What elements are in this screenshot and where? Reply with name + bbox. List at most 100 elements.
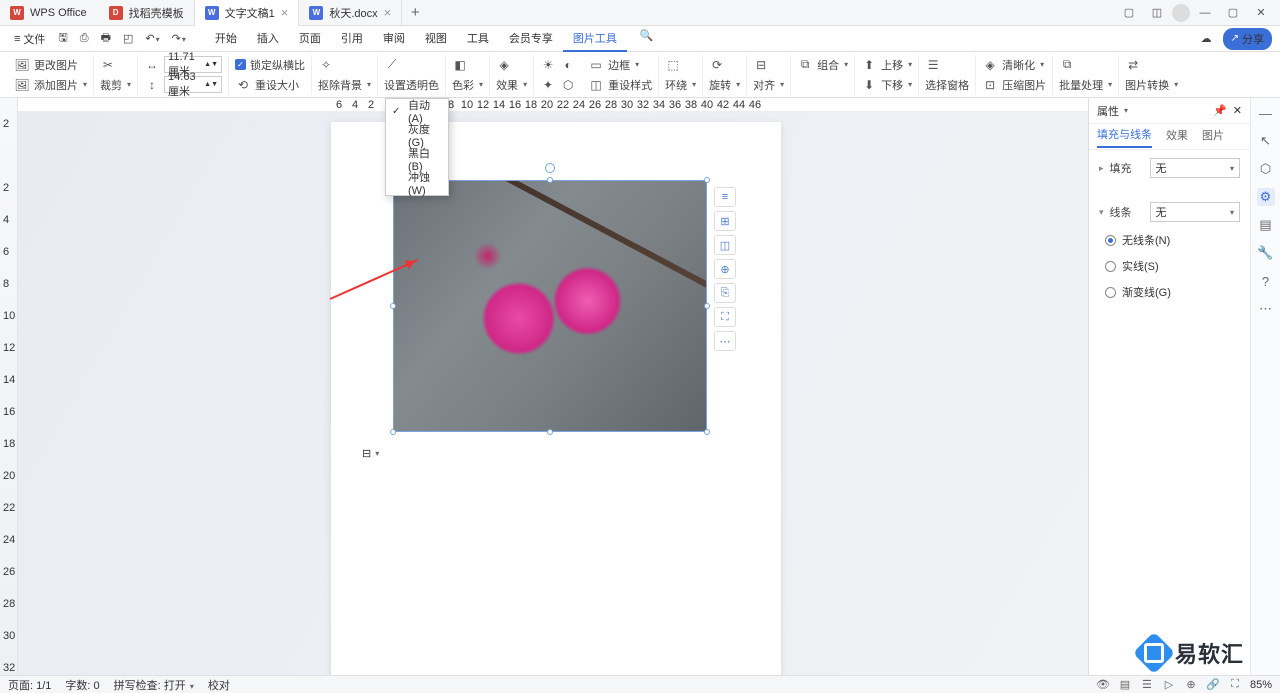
word-count[interactable]: 字数: 0 (65, 677, 99, 693)
add-picture-button[interactable]: 🖼添加图片▾ (14, 76, 87, 94)
tab-start[interactable]: 开始 (205, 26, 247, 52)
radio-gradient-line[interactable]: 渐变线(G) (1099, 284, 1240, 300)
radio-solid-line[interactable]: 实线(S) (1099, 258, 1240, 274)
move-down-button[interactable]: ⬇下移▾ (861, 76, 912, 94)
settings-tool-icon[interactable]: ⚙ (1257, 188, 1275, 206)
file-menu[interactable]: ≡文件 (8, 28, 51, 50)
export-icon[interactable]: ⎙ (75, 29, 94, 48)
spellcheck-status[interactable]: 拼写检查: 打开 ▾ (114, 677, 194, 693)
color-washout[interactable]: 冲蚀(W) (386, 171, 448, 195)
layout-options-button[interactable]: ≡ (714, 187, 736, 207)
tab-autumn[interactable]: W秋天.docx× (299, 0, 402, 26)
tab-insert[interactable]: 插入 (247, 26, 289, 52)
resize-handle[interactable] (704, 429, 710, 435)
change-picture-button[interactable]: 🖼更改图片 (14, 56, 87, 74)
tab-page[interactable]: 页面 (289, 26, 331, 52)
reset-style-button[interactable]: ◫重设样式 (588, 76, 652, 94)
view-page-icon[interactable]: ▤ (1118, 678, 1132, 692)
close-panel-icon[interactable]: ✕ (1233, 104, 1242, 117)
move-up-button[interactable]: ⬆上移▾ (861, 56, 912, 74)
shape-tool-icon[interactable]: ⬡ (1257, 160, 1275, 178)
color-button[interactable]: ◧ (452, 56, 483, 74)
preview-icon[interactable]: ◰ (118, 29, 138, 48)
maximize-button[interactable]: ▢ (1220, 3, 1246, 23)
rotate-handle[interactable] (545, 163, 555, 173)
zoom-button[interactable]: ⊕ (714, 259, 736, 279)
resize-handle[interactable] (390, 429, 396, 435)
wrap-options-button[interactable]: ⊞ (714, 211, 736, 231)
pin-icon[interactable]: 📌 (1213, 104, 1227, 117)
convert-button[interactable]: ⇄ (1125, 56, 1178, 74)
resize-handle[interactable] (547, 429, 553, 435)
contrast-icon[interactable]: ◐ (560, 57, 576, 73)
reset-size-button[interactable]: ⟲重设大小 (235, 76, 305, 94)
batch-button[interactable]: ⧉ (1059, 56, 1112, 74)
selected-image[interactable]: ≡ ⊞ ◫ ⊕ ⎘ ⛶ ⋯ (393, 180, 707, 432)
clarity-button[interactable]: ◈清晰化▾ (982, 56, 1046, 74)
align-button[interactable]: ⊟ (753, 56, 784, 74)
view-link-icon[interactable]: 🔗 (1206, 678, 1220, 692)
color-auto[interactable]: ✓自动(A) (386, 99, 448, 123)
print-icon[interactable]: 🖶 (96, 26, 116, 51)
brightness-icon[interactable]: ☀ (540, 57, 556, 73)
layers-tool-icon[interactable]: ▤ (1257, 216, 1275, 234)
lock-ratio-checkbox[interactable]: ✓锁定纵横比 (235, 56, 305, 74)
rotate-button[interactable]: ⟳ (709, 56, 740, 74)
crop-tool-button[interactable]: ◫ (714, 235, 736, 255)
zoom-level[interactable]: 85% (1250, 679, 1272, 691)
adjust-icon[interactable]: ⬡ (560, 77, 576, 93)
height-input[interactable]: 14.63厘米▲▼ (164, 76, 222, 93)
minimize-button[interactable]: — (1192, 3, 1218, 23)
transparent-button[interactable]: ⟋ (384, 56, 439, 74)
tab-template[interactable]: D找稻壳模板 (99, 0, 195, 26)
fill-select[interactable]: 无▾ (1150, 158, 1240, 178)
color-grayscale[interactable]: 灰度(G) (386, 123, 448, 147)
tab-doc1[interactable]: W文字文稿1× (195, 0, 300, 26)
canvas[interactable]: 6422468101214161820222426283032343638404… (18, 98, 1088, 675)
resize-handle[interactable] (704, 303, 710, 309)
view-web-icon[interactable]: ⊕ (1184, 678, 1198, 692)
tab-reference[interactable]: 引用 (331, 26, 373, 52)
help-tool-icon[interactable]: ? (1257, 272, 1275, 290)
more-button[interactable]: ⋯ (714, 331, 736, 351)
close-icon[interactable]: × (281, 5, 289, 20)
search-icon[interactable]: 🔍 (635, 26, 659, 52)
more-tool-icon[interactable]: ⋯ (1257, 300, 1275, 318)
border-button[interactable]: ▭边框▾ (588, 56, 652, 74)
cube-icon[interactable]: ◫ (1144, 3, 1170, 23)
panel-tab-effect[interactable]: 效果 (1166, 127, 1188, 147)
fit-icon[interactable]: ⛶ (1228, 678, 1242, 692)
line-select[interactable]: 无▾ (1150, 202, 1240, 222)
avatar-icon[interactable] (1172, 4, 1190, 22)
effect-button[interactable]: ◈ (496, 56, 527, 74)
page-indicator[interactable]: 页面: 1/1 (8, 677, 51, 693)
tab-review[interactable]: 审阅 (373, 26, 415, 52)
resize-handle[interactable] (547, 177, 553, 183)
sparkle-icon[interactable]: ✦ (540, 77, 556, 93)
remove-bg-button[interactable]: ✧ (318, 56, 371, 74)
panel-tab-fill[interactable]: 填充与线条 (1097, 126, 1152, 148)
select-tool-icon[interactable]: ↖ (1257, 132, 1275, 150)
copy-button[interactable]: ⎘ (714, 283, 736, 303)
tab-picture-tools[interactable]: 图片工具 (563, 26, 627, 52)
minimize-panel-icon[interactable]: — (1257, 104, 1275, 122)
tab-tools[interactable]: 工具 (457, 26, 499, 52)
resize-handle[interactable] (390, 303, 396, 309)
close-icon[interactable]: × (384, 5, 392, 20)
undo-button[interactable]: ↶▾ (140, 29, 164, 48)
tab-view[interactable]: 视图 (415, 26, 457, 52)
add-tab-button[interactable]: + (402, 4, 428, 21)
crop-button[interactable]: ✂ (100, 56, 131, 74)
selection-pane-button[interactable]: ☰ (925, 56, 969, 74)
compress-button[interactable]: ⊡压缩图片 (982, 76, 1046, 94)
wrench-tool-icon[interactable]: 🔧 (1257, 244, 1275, 262)
save-icon[interactable]: 🖫 (53, 26, 72, 51)
view-outline-icon[interactable]: ☰ (1140, 678, 1154, 692)
proofing[interactable]: 校对 (208, 677, 230, 693)
radio-no-line[interactable]: 无线条(N) (1099, 232, 1240, 248)
share-button[interactable]: ↗ 分享 (1223, 28, 1272, 50)
layout-icon[interactable]: ▢ (1116, 3, 1142, 23)
tab-member[interactable]: 会员专享 (499, 26, 563, 52)
panel-tab-picture[interactable]: 图片 (1202, 127, 1224, 147)
group-button[interactable]: ⧉组合▾ (797, 56, 848, 74)
